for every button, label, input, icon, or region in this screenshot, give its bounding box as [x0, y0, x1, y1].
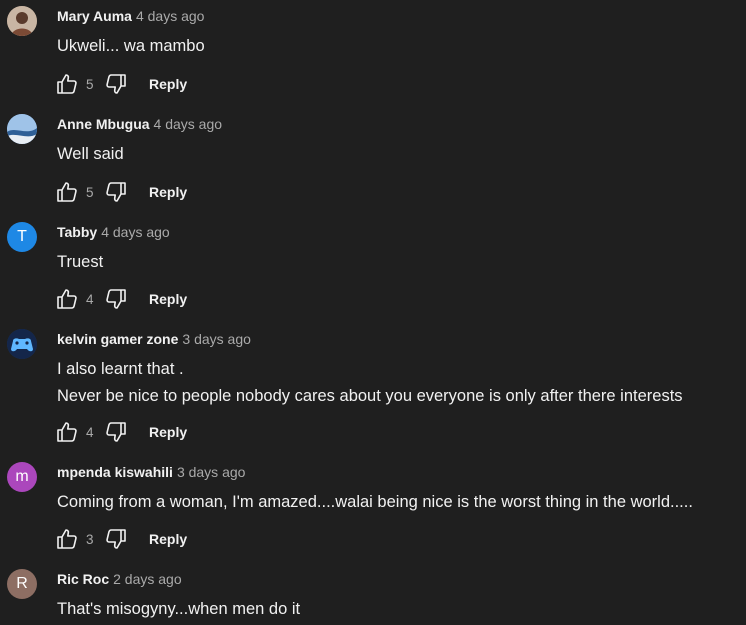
comment-text: I also learnt that . Never be nice to pe… — [57, 356, 683, 410]
reply-button[interactable]: Reply — [149, 184, 187, 200]
avatar-letter: T — [17, 228, 27, 245]
comment-text: Ukweli... wa mambo — [57, 33, 205, 60]
avatar-letter: R — [16, 575, 28, 592]
thumbs-down-icon[interactable] — [103, 179, 129, 205]
like-count: 4 — [86, 424, 94, 440]
author-name[interactable]: Tabby — [57, 224, 97, 240]
comment-header: Mary Auma 4 days ago — [57, 7, 204, 25]
comment-text-line: I also learnt that . — [57, 360, 184, 378]
reply-button[interactable]: Reply — [149, 76, 187, 92]
avatar[interactable] — [7, 114, 37, 144]
thumbs-down-icon[interactable] — [103, 286, 129, 312]
comment-text-line: That's misogyny...when men do it — [57, 600, 301, 618]
comment-text-line: Well said — [57, 145, 124, 163]
avatar[interactable] — [7, 329, 37, 359]
comment-actions: 3 Reply — [54, 525, 187, 553]
comment-text-line: Never be nice to people nobody cares abo… — [57, 387, 683, 405]
reply-button[interactable]: Reply — [149, 424, 187, 440]
comment-text: That's misogyny...when men do it — [57, 596, 300, 623]
comment-text-line: Ukweli... wa mambo — [57, 37, 205, 55]
comment-header: Tabby 4 days ago — [57, 223, 170, 241]
timestamp[interactable]: 2 days ago — [113, 571, 182, 587]
like-count: 4 — [86, 291, 94, 307]
comment-text: Truest — [57, 249, 103, 276]
comment-text: Coming from a woman, I'm amazed....walai… — [57, 489, 693, 516]
author-name[interactable]: Ric Roc — [57, 571, 109, 587]
reply-button[interactable]: Reply — [149, 531, 187, 547]
like-count: 5 — [86, 184, 94, 200]
comment-text-line: Coming from a woman, I'm amazed....walai… — [57, 493, 693, 511]
thumbs-up-icon[interactable] — [54, 526, 80, 552]
thumbs-up-icon[interactable] — [54, 286, 80, 312]
avatar[interactable]: R — [7, 569, 37, 599]
avatar[interactable] — [7, 6, 37, 36]
comment-actions: 5 Reply — [54, 70, 187, 98]
comment-actions: 4 Reply — [54, 285, 187, 313]
comment-header: kelvin gamer zone 3 days ago — [57, 330, 251, 348]
thumbs-down-icon[interactable] — [103, 71, 129, 97]
timestamp[interactable]: 4 days ago — [136, 8, 205, 24]
author-name[interactable]: mpenda kiswahili — [57, 464, 173, 480]
comment-header: mpenda kiswahili 3 days ago — [57, 463, 245, 481]
timestamp[interactable]: 3 days ago — [182, 331, 251, 347]
comment-text: Well said — [57, 141, 124, 168]
timestamp[interactable]: 4 days ago — [101, 224, 170, 240]
like-count: 5 — [86, 76, 94, 92]
comment-actions: 5 Reply — [54, 178, 187, 206]
timestamp[interactable]: 4 days ago — [154, 116, 223, 132]
thumbs-down-icon[interactable] — [103, 419, 129, 445]
thumbs-up-icon[interactable] — [54, 71, 80, 97]
comment-header: Ric Roc 2 days ago — [57, 570, 182, 588]
reply-button[interactable]: Reply — [149, 291, 187, 307]
comment-actions: 4 Reply — [54, 418, 187, 446]
like-count: 3 — [86, 531, 94, 547]
author-name[interactable]: Mary Auma — [57, 8, 132, 24]
timestamp[interactable]: 3 days ago — [177, 464, 246, 480]
thumbs-up-icon[interactable] — [54, 419, 80, 445]
author-name[interactable]: Anne Mbugua — [57, 116, 150, 132]
author-name[interactable]: kelvin gamer zone — [57, 331, 178, 347]
avatar-letter: m — [15, 468, 29, 485]
comments-list: Mary Auma 4 days ago Ukweli... wa mambo 5… — [0, 0, 746, 625]
thumbs-up-icon[interactable] — [54, 179, 80, 205]
avatar-photo-icon — [7, 6, 37, 36]
thumbs-down-icon[interactable] — [103, 526, 129, 552]
gamepad-icon — [7, 329, 37, 359]
avatar-photo-icon — [7, 114, 37, 144]
avatar[interactable]: T — [7, 222, 37, 252]
avatar[interactable]: m — [7, 462, 37, 492]
comment-header: Anne Mbugua 4 days ago — [57, 115, 222, 133]
comment-text-line: Truest — [57, 253, 104, 271]
